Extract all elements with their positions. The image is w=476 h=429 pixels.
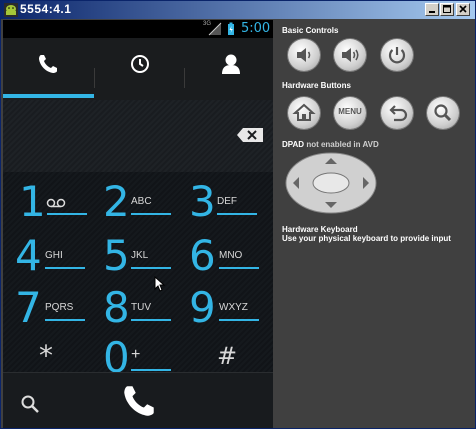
key-9[interactable]: 9 WXYZ [189, 282, 273, 334]
key-digit: 3 [189, 177, 216, 226]
key-8[interactable]: 8 TUV [103, 282, 189, 334]
volume-down-icon [297, 48, 311, 62]
tab-selected-indicator [3, 94, 94, 98]
key-underline [131, 267, 171, 269]
key-letters: TUV [131, 302, 151, 313]
clock: 5:00 [241, 21, 271, 36]
power-button[interactable] [381, 39, 413, 71]
key-letters: PQRS [45, 302, 74, 313]
key-digit: 8 [103, 283, 130, 332]
key-4[interactable]: 4 GHI [15, 230, 101, 282]
window-title: 5554:4.1 [20, 2, 72, 16]
key-digit: 6 [189, 231, 216, 280]
key-underline [131, 319, 171, 321]
key-1[interactable]: 1 [19, 176, 105, 228]
backspace-icon[interactable] [237, 128, 263, 142]
volume-up-icon [342, 48, 359, 62]
phone-icon [39, 55, 57, 73]
close-button[interactable] [456, 3, 470, 16]
phone-screen: 3G 5:00 1 2 ABC 3 DEF 4 GHI 5 JKL 6 MNO … [3, 20, 273, 428]
key-digit: 7 [15, 283, 42, 332]
dpad-note: not enabled in AVD [306, 140, 379, 149]
back-icon [389, 105, 408, 122]
key-letters: ABC [131, 196, 152, 207]
volume-down-button[interactable] [288, 39, 320, 71]
keypad: 1 2 ABC 3 DEF 4 GHI 5 JKL 6 MNO 7 PQRS 8… [3, 172, 273, 382]
key-letters: + [131, 346, 141, 363]
dpad-title: DPAD [282, 140, 305, 149]
status-bar: 3G 5:00 [3, 20, 273, 38]
emulator-window: 5554:4.1 3G 5:00 1 2 ABC 3 DEF 4 GHI 5 J… [0, 0, 476, 429]
tab-recent[interactable] [95, 38, 184, 100]
maximize-icon [443, 5, 451, 13]
home-button[interactable] [288, 97, 320, 129]
dpad[interactable] [285, 152, 377, 214]
minimize-button[interactable] [425, 3, 439, 16]
key-7[interactable]: 7 PQRS [15, 282, 101, 334]
key-digit: 4 [15, 231, 42, 280]
home-icon [292, 103, 316, 121]
signal-icon [208, 22, 222, 36]
dpad-icon [285, 152, 377, 214]
hardware-keyboard-heading: Hardware Keyboard [282, 225, 358, 234]
search-icon [434, 104, 452, 122]
battery-icon [228, 22, 234, 35]
close-icon [459, 5, 467, 13]
call-icon[interactable] [121, 383, 157, 419]
power-icon [388, 47, 406, 64]
volume-up-button[interactable] [334, 39, 366, 71]
menu-button[interactable]: MENU [334, 97, 366, 129]
minimize-icon [429, 11, 435, 13]
android-app-icon [4, 3, 18, 17]
key-letters: WXYZ [219, 302, 248, 313]
emulator-controls-panel: Basic Controls Hardware Buttons MENU DPA… [275, 20, 475, 428]
menu-label: MENU [338, 107, 362, 116]
dialer-tabs [3, 38, 273, 118]
key-underline [131, 213, 171, 215]
key-3[interactable]: 3 DEF [189, 176, 273, 228]
key-digit: 1 [19, 177, 46, 226]
key-underline [219, 267, 259, 269]
key-letters: GHI [45, 250, 63, 261]
dpad-heading: DPAD not enabled in AVD [282, 140, 379, 149]
dialer-action-bar [3, 372, 273, 428]
key-5[interactable]: 5 JKL [103, 230, 189, 282]
hardware-buttons-heading: Hardware Buttons [282, 81, 351, 90]
key-2[interactable]: 2 ABC [103, 176, 189, 228]
key-letters: MNO [219, 250, 243, 261]
tab-phone[interactable] [3, 38, 94, 100]
key-underline [45, 319, 85, 321]
number-display[interactable] [3, 100, 273, 172]
tab-contacts[interactable] [185, 38, 273, 100]
key-underline [219, 319, 259, 321]
back-button[interactable] [381, 97, 413, 129]
key-underline [217, 213, 257, 215]
voicemail-icon [46, 198, 66, 208]
key-letters: DEF [217, 196, 237, 207]
basic-controls-heading: Basic Controls [282, 26, 339, 35]
key-digit: 5 [103, 231, 130, 280]
key-digit: 2 [103, 177, 130, 226]
mouse-cursor-icon [154, 276, 166, 292]
key-digit: 9 [189, 283, 216, 332]
key-underline [47, 213, 87, 215]
title-bar[interactable]: 5554:4.1 [1, 1, 475, 19]
key-underline [131, 369, 171, 371]
clock-icon [131, 55, 149, 73]
search-button[interactable] [427, 97, 459, 129]
search-icon[interactable] [20, 394, 40, 414]
contact-icon [222, 54, 240, 74]
key-underline [45, 267, 85, 269]
key-letters: JKL [131, 250, 149, 261]
hardware-keyboard-note: Use your physical keyboard to provide in… [282, 234, 451, 243]
maximize-button[interactable] [440, 3, 454, 16]
key-6[interactable]: 6 MNO [189, 230, 273, 282]
